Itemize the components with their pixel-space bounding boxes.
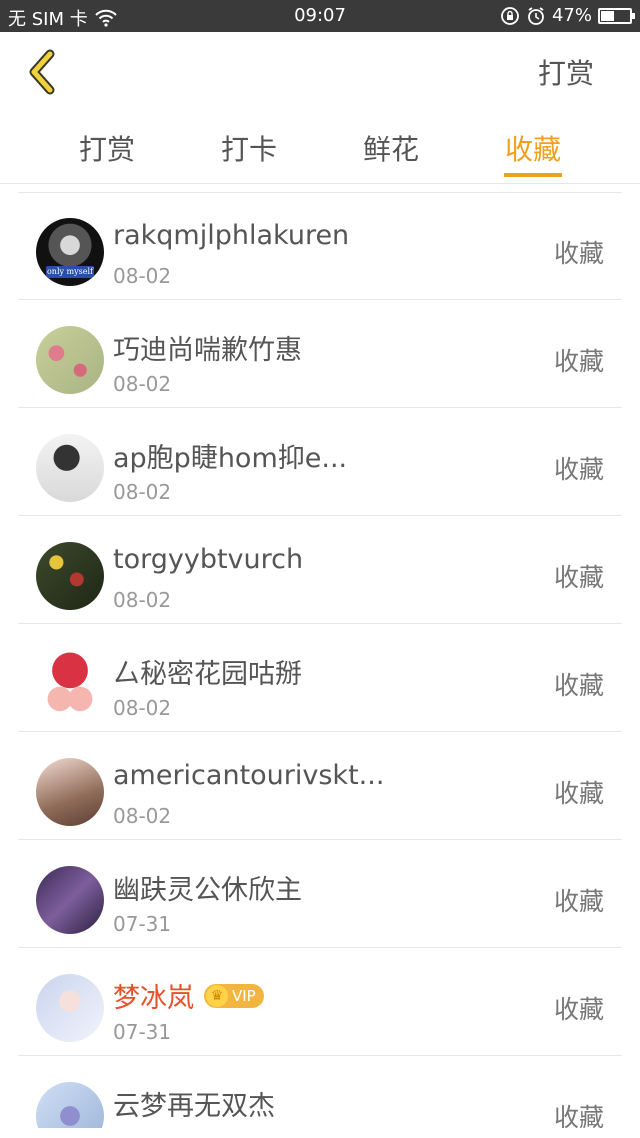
list-item[interactable]: torgyybtvurch 08-02 收藏 <box>18 516 622 624</box>
item-type-label: 收藏 <box>553 995 604 1024</box>
back-button[interactable] <box>22 48 66 96</box>
item-date: 08-02 <box>113 372 172 396</box>
user-name: 幽趺灵公休欣主 <box>113 868 302 907</box>
tab-favorites[interactable]: 收藏 <box>488 128 578 168</box>
avatar <box>36 542 104 610</box>
user-name: 巧迪尚喘歉竹惠 <box>113 328 302 367</box>
avatar <box>36 758 104 826</box>
user-name-text: 厶秘密花园咕掰 <box>113 659 302 690</box>
item-type-label: 收藏 <box>553 563 604 592</box>
user-name: 厶秘密花园咕掰 <box>113 652 302 691</box>
list-item[interactable]: americantourivskt... 08-02 收藏 <box>18 732 622 840</box>
battery-fill <box>601 10 614 21</box>
user-name: rakqmjlphlakuren <box>113 220 349 251</box>
list-item[interactable]: 幽趺灵公休欣主 07-31 收藏 <box>18 840 622 948</box>
avatar <box>36 1082 104 1128</box>
avatar: only myself <box>36 218 104 286</box>
lock-rotation-icon <box>501 6 519 25</box>
crown-icon: ♛ <box>206 984 228 1007</box>
reward-action-button[interactable]: 打赏 <box>538 52 594 92</box>
list-item[interactable]: ap胞p睫hom抑e... 08-02 收藏 <box>18 408 622 516</box>
avatar <box>36 326 104 394</box>
user-name-text: 巧迪尚喘歉竹惠 <box>113 335 302 366</box>
user-name: 云梦再无双杰 <box>113 1084 275 1123</box>
item-date: 07-31 <box>113 912 172 936</box>
user-name: ap胞p睫hom抑e... <box>113 436 347 475</box>
item-type-label: 收藏 <box>553 1103 604 1128</box>
top-app-bar: 打赏 <box>0 32 640 110</box>
user-name-text: 梦冰岚 <box>113 983 194 1014</box>
list-item[interactable]: 厶秘密花园咕掰 08-02 收藏 <box>18 624 622 732</box>
avatar <box>36 650 104 718</box>
item-type-label: 收藏 <box>553 239 604 268</box>
user-name: 梦冰岚 ♛ VIP <box>113 976 264 1015</box>
item-type-label: 收藏 <box>553 671 604 700</box>
avatar <box>36 974 104 1042</box>
user-name-text: ap胞p睫hom抑e... <box>113 443 348 474</box>
tab-flowers[interactable]: 鲜花 <box>346 128 436 168</box>
user-name: americantourivskt... <box>113 760 384 791</box>
item-date: 08-02 <box>113 588 172 612</box>
list-item[interactable]: only myself rakqmjlphlakuren 08-02 收藏 <box>18 192 622 300</box>
alarm-icon <box>528 6 544 25</box>
tab-bar: 打赏 打卡 鲜花 收藏 <box>0 110 640 184</box>
status-bar: 无 SIM 卡 09:07 47% <box>0 0 640 32</box>
item-type-label: 收藏 <box>553 779 604 808</box>
user-name-text: americantourivskt... <box>113 760 385 791</box>
user-name-text: 云梦再无双杰 <box>113 1091 275 1122</box>
item-type-label: 收藏 <box>553 887 604 916</box>
avatar <box>36 866 104 934</box>
tab-checkin[interactable]: 打卡 <box>204 128 294 168</box>
item-date: 08-02 <box>113 480 172 504</box>
active-tab-indicator <box>504 173 562 177</box>
battery-percent: 47% <box>551 5 592 26</box>
vip-label: VIP <box>232 986 256 1005</box>
avatar <box>36 434 104 502</box>
chevron-left-icon <box>29 49 55 95</box>
item-date: 07-31 <box>113 1020 172 1044</box>
avatar-caption: only myself <box>46 266 94 278</box>
user-name: torgyybtvurch <box>113 544 303 575</box>
list-item[interactable]: 巧迪尚喘歉竹惠 08-02 收藏 <box>18 300 622 408</box>
item-type-label: 收藏 <box>553 455 604 484</box>
list-item[interactable]: 梦冰岚 ♛ VIP 07-31 收藏 <box>18 948 622 1056</box>
status-right: 47% <box>500 5 635 26</box>
list-item[interactable]: 云梦再无双杰 07-31 收藏 <box>18 1056 622 1128</box>
vip-badge: ♛ VIP <box>204 983 264 1008</box>
user-name-text: rakqmjlphlakuren <box>113 220 350 251</box>
item-date: 08-02 <box>113 264 172 288</box>
tab-reward[interactable]: 打赏 <box>62 128 152 168</box>
user-name-text: torgyybtvurch <box>113 544 304 575</box>
item-date: 08-02 <box>113 804 172 828</box>
item-type-label: 收藏 <box>553 347 604 376</box>
item-date: 08-02 <box>113 696 172 720</box>
battery-icon <box>598 7 635 24</box>
user-name-text: 幽趺灵公休欣主 <box>113 875 302 906</box>
favorites-list: only myself rakqmjlphlakuren 08-02 收藏 巧迪… <box>18 184 622 1128</box>
